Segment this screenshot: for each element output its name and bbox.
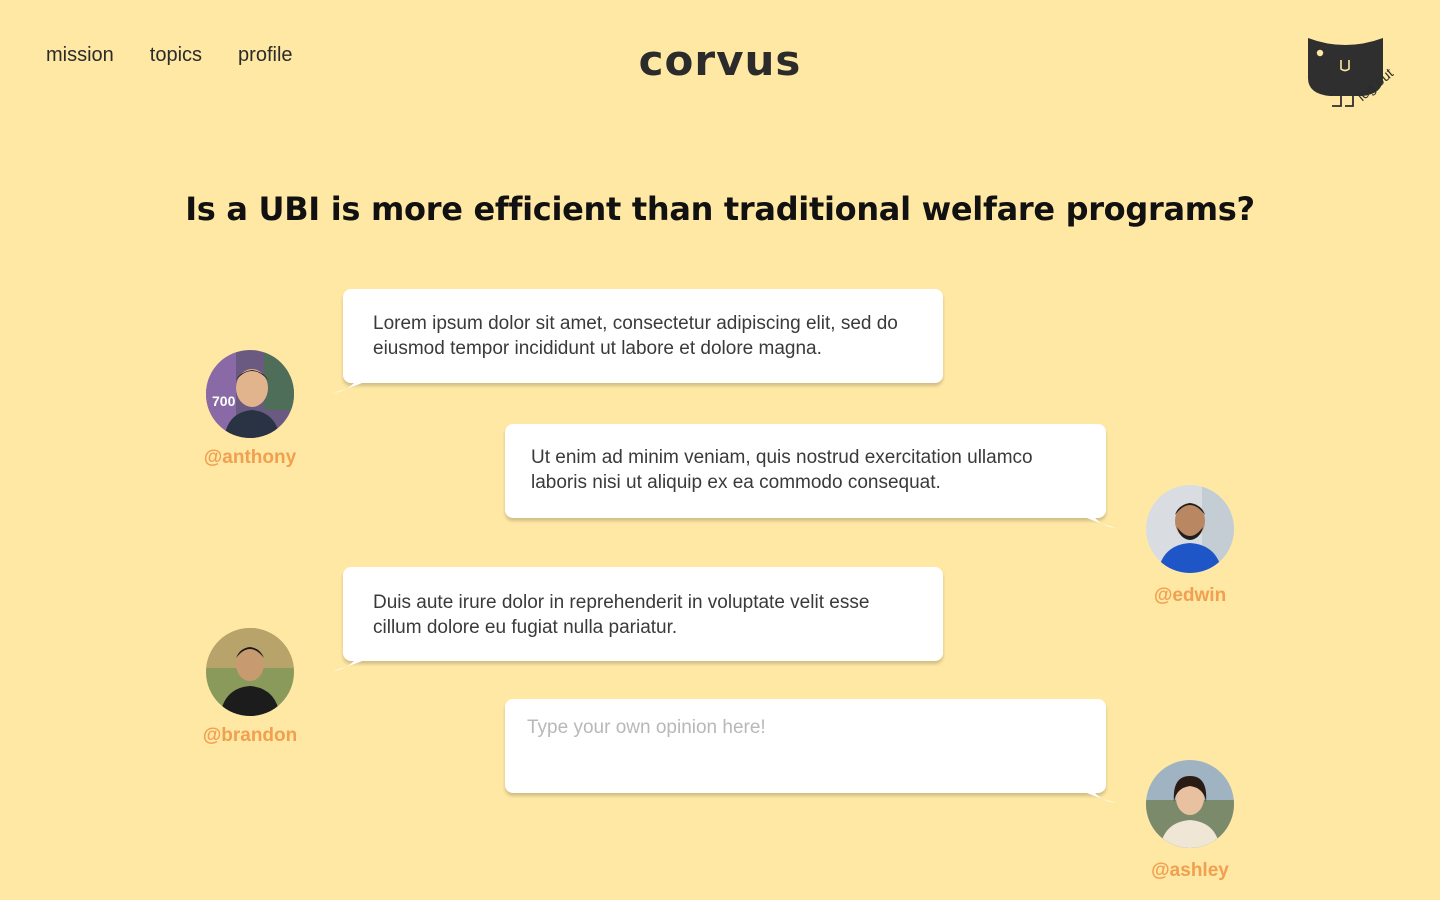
bubble-tail (1082, 514, 1116, 528)
svg-text:700: 700 (212, 393, 236, 409)
topic-question: Is a UBI is more efficient than traditio… (185, 190, 1255, 228)
user-handle[interactable]: @edwin (1120, 585, 1260, 607)
bubble-tail (333, 657, 367, 671)
bubble-tail (333, 379, 367, 393)
bubble-tail (1082, 789, 1116, 803)
avatar[interactable]: 700 (206, 350, 294, 438)
user-handle[interactable]: @brandon (180, 725, 320, 747)
avatar[interactable] (206, 628, 294, 716)
avatar-photo: 700 (206, 350, 294, 438)
message-text: Duis aute irure dolor in reprehenderit i… (373, 592, 870, 638)
brand-logo: corvus (638, 36, 802, 85)
avatar-photo (1146, 760, 1234, 848)
crow-mascot-icon[interactable] (1300, 30, 1420, 125)
message-bubble: Ut enim ad minim veniam, quis nostrud ex… (505, 424, 1116, 528)
opinion-composer (505, 699, 1116, 803)
avatar[interactable] (1146, 485, 1234, 573)
user-handle[interactable]: @ashley (1120, 860, 1260, 882)
message-bubble: Lorem ipsum dolor sit amet, consectetur … (333, 289, 943, 393)
opinion-input[interactable] (505, 699, 1106, 793)
message-text: Lorem ipsum dolor sit amet, consectetur … (373, 313, 898, 359)
message-bubble: Duis aute irure dolor in reprehenderit i… (333, 567, 943, 671)
user-handle[interactable]: @anthony (180, 447, 320, 469)
message-text: Ut enim ad minim veniam, quis nostrud ex… (531, 447, 1033, 493)
avatar[interactable] (1146, 760, 1234, 848)
avatar-photo (206, 628, 294, 716)
avatar-photo (1146, 485, 1234, 573)
